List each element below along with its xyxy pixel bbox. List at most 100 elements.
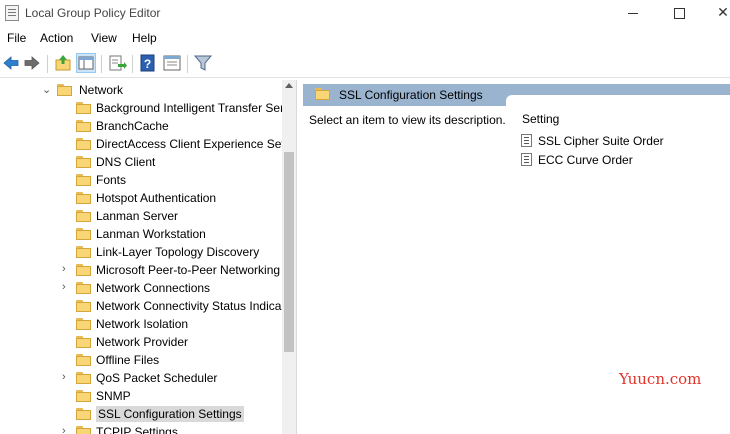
back-button[interactable] — [1, 53, 21, 73]
filter-icon — [193, 55, 213, 71]
folder-icon — [76, 210, 91, 222]
title-bar: Local Group Policy Editor ✕ — [0, 0, 730, 26]
tree-item[interactable]: Network Connectivity Status Indica — [0, 297, 282, 315]
setting-label: SSL Cipher Suite Order — [538, 134, 664, 148]
tree-item-label: QoS Packet Scheduler — [96, 371, 218, 385]
tree-item[interactable]: Network Provider — [0, 333, 282, 351]
close-icon: ✕ — [717, 4, 729, 20]
tree-item[interactable]: Network Isolation — [0, 315, 282, 333]
folder-icon — [76, 372, 91, 384]
tree-item-label: SSL Configuration Settings — [96, 406, 244, 422]
tree-scrollbar[interactable] — [282, 80, 296, 434]
tree-item[interactable]: Hotspot Authentication — [0, 189, 282, 207]
properties-button[interactable] — [162, 53, 182, 73]
properties-icon — [163, 55, 181, 71]
tree-item-network[interactable]: ⌄ Network — [0, 81, 282, 99]
menu-action[interactable]: Action — [40, 31, 73, 45]
setting-row[interactable]: ECC Curve Order — [521, 151, 721, 169]
folder-icon — [76, 408, 91, 420]
tree-item-label: DirectAccess Client Experience Setti — [96, 137, 282, 151]
tree-item-label: SNMP — [96, 389, 131, 403]
tree-item[interactable]: Fonts — [0, 171, 282, 189]
back-arrow-icon — [3, 56, 19, 70]
help-icon: ? — [140, 54, 155, 72]
tree-item[interactable]: BranchCache — [0, 117, 282, 135]
svg-text:?: ? — [144, 57, 151, 71]
folder-icon — [76, 138, 91, 150]
tree-item-label: Offline Files — [96, 353, 160, 367]
folder-icon — [76, 318, 91, 330]
menu-view[interactable]: View — [91, 31, 117, 45]
menu-bar: File Action View Help — [0, 27, 730, 50]
filter-button[interactable] — [193, 53, 213, 73]
tree-item[interactable]: SNMP — [0, 387, 282, 405]
description-text: Select an item to view its description. — [309, 113, 506, 127]
folder-icon — [76, 390, 91, 402]
toolbar-separator — [47, 55, 48, 73]
tree-item-label: Lanman Server — [96, 209, 179, 223]
toolbar-separator — [101, 55, 102, 73]
export-list-icon — [109, 55, 127, 71]
setting-row[interactable]: SSL Cipher Suite Order — [521, 132, 721, 150]
up-one-level-button[interactable] — [53, 53, 73, 73]
toolbar-separator — [132, 55, 133, 73]
chevron-right-icon[interactable]: › — [62, 425, 66, 434]
menu-file[interactable]: File — [7, 31, 26, 45]
folder-icon — [76, 426, 91, 434]
tree-item[interactable]: › Network Connections — [0, 279, 282, 297]
folder-icon — [76, 102, 91, 114]
tree-item-label: BranchCache — [96, 119, 169, 133]
forward-arrow-icon — [24, 56, 40, 70]
policy-setting-icon — [521, 153, 532, 166]
folder-icon — [76, 246, 91, 258]
chevron-down-icon[interactable]: ⌄ — [42, 83, 51, 96]
tree-item-label: Background Intelligent Transfer Ser — [96, 101, 282, 115]
help-button[interactable]: ? — [138, 53, 158, 73]
folder-icon — [76, 228, 91, 240]
tree-item[interactable]: DirectAccess Client Experience Setti — [0, 135, 282, 153]
folder-icon — [315, 88, 330, 100]
folder-icon — [76, 354, 91, 366]
toolbar-separator — [187, 55, 188, 73]
tree-item[interactable]: Lanman Workstation — [0, 225, 282, 243]
tree-item[interactable]: › Microsoft Peer-to-Peer Networking — [0, 261, 282, 279]
folder-icon — [76, 120, 91, 132]
tree-item-label: Network Connectivity Status Indica — [96, 299, 282, 313]
tree-item[interactable]: Offline Files — [0, 351, 282, 369]
standard-tab-shape — [506, 95, 730, 107]
tree-item[interactable]: › QoS Packet Scheduler — [0, 369, 282, 387]
maximize-button[interactable] — [656, 0, 702, 26]
tree-item-label: Network Connections — [96, 281, 211, 295]
forward-button[interactable] — [22, 53, 42, 73]
scrollbar-thumb[interactable] — [284, 152, 294, 352]
scroll-up-arrow-icon[interactable] — [285, 83, 293, 88]
tree-item[interactable]: Link-Layer Topology Discovery — [0, 243, 282, 261]
minimize-button[interactable] — [610, 0, 656, 26]
tree-item[interactable]: SSL Configuration Settings — [0, 405, 282, 423]
setting-column-header[interactable]: Setting — [522, 112, 559, 126]
folder-icon — [76, 264, 91, 276]
tree-item-label: Link-Layer Topology Discovery — [96, 245, 260, 259]
policy-setting-icon — [521, 134, 532, 147]
tree-item[interactable]: Background Intelligent Transfer Ser — [0, 99, 282, 117]
close-button[interactable]: ✕ — [700, 0, 730, 26]
tree-item[interactable]: › TCPIP Settings — [0, 423, 282, 434]
chevron-right-icon[interactable]: › — [62, 371, 66, 383]
tree-item[interactable]: Lanman Server — [0, 207, 282, 225]
folder-icon — [76, 192, 91, 204]
toolbar: ? — [0, 51, 730, 78]
show-hide-tree-button[interactable] — [76, 53, 96, 73]
tree-item[interactable]: DNS Client — [0, 153, 282, 171]
chevron-right-icon[interactable]: › — [62, 263, 66, 275]
folder-icon — [57, 84, 72, 96]
export-list-button[interactable] — [107, 53, 127, 73]
setting-label: ECC Curve Order — [538, 153, 633, 167]
chevron-right-icon[interactable]: › — [62, 281, 66, 293]
tree-item-label: Network Provider — [96, 335, 189, 349]
tree-item-label: Lanman Workstation — [96, 227, 206, 241]
tree-item-label: Fonts — [96, 173, 127, 187]
folder-icon — [76, 282, 91, 294]
tree-item-label: Network Isolation — [96, 317, 189, 331]
menu-help[interactable]: Help — [132, 31, 157, 45]
tree-item-label: DNS Client — [96, 155, 156, 169]
